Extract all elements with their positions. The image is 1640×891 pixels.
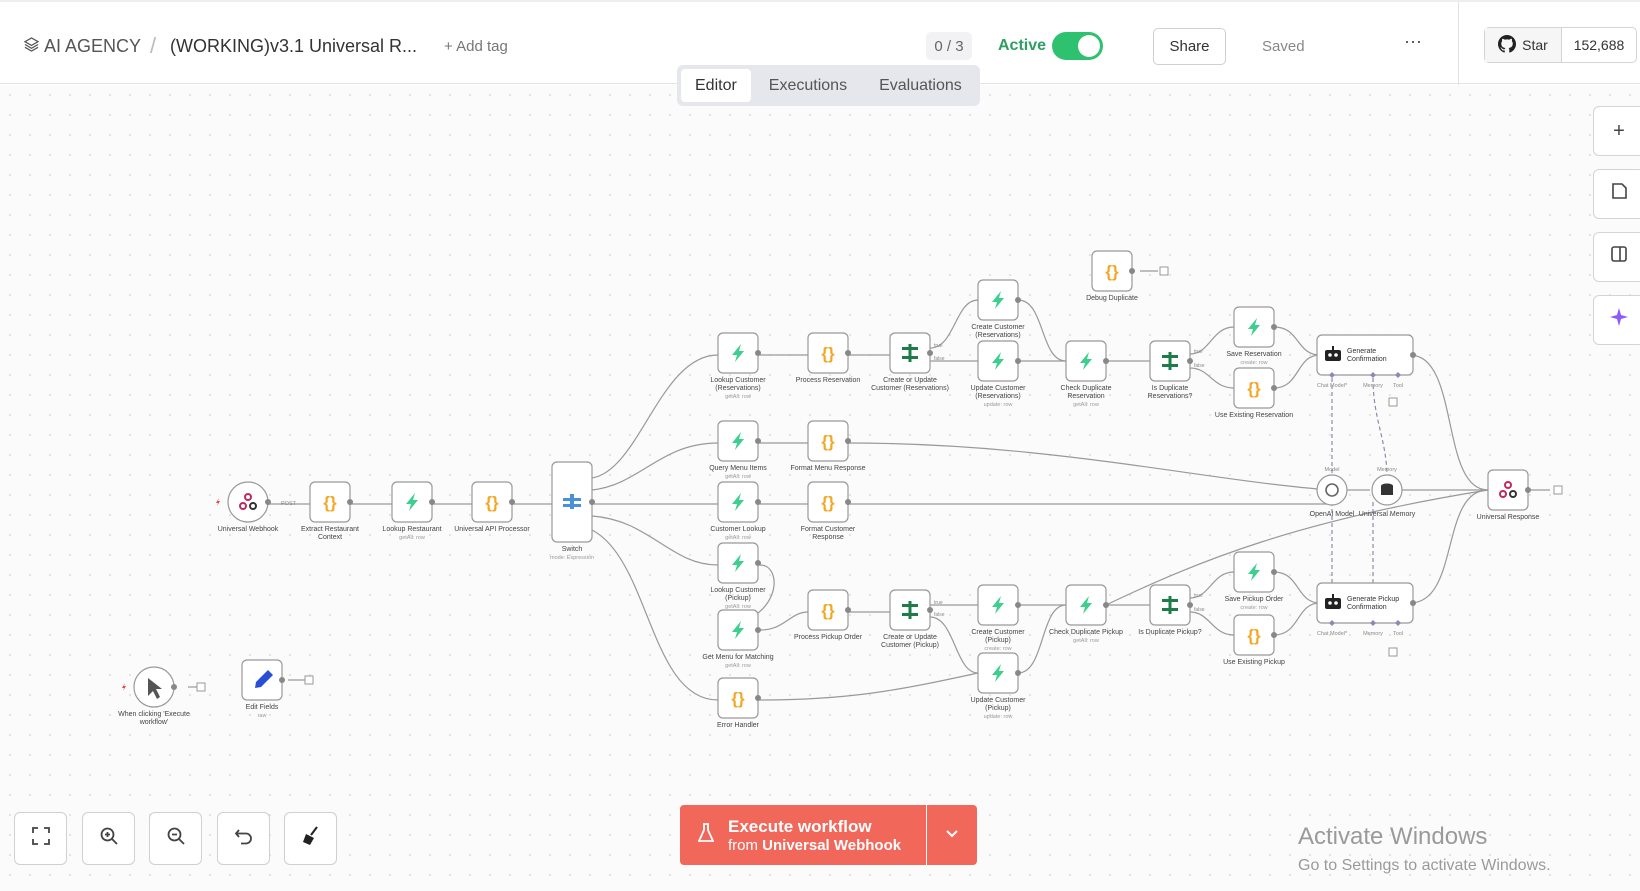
active-toggle[interactable] bbox=[1052, 32, 1103, 60]
saved-status: Saved bbox=[1262, 38, 1305, 55]
panel-icon bbox=[1610, 245, 1628, 269]
view-tabs: Editor Executions Evaluations bbox=[677, 65, 980, 106]
execute-options-button[interactable] bbox=[927, 805, 977, 865]
breadcrumb-separator: / bbox=[150, 33, 157, 58]
sticky-note-button[interactable] bbox=[1593, 169, 1640, 219]
undo-button[interactable] bbox=[217, 812, 270, 865]
github-icon bbox=[1498, 34, 1517, 56]
watermark-subtitle: Go to Settings to activate Windows. bbox=[1298, 857, 1551, 874]
flask-icon bbox=[697, 822, 715, 849]
tab-evaluations[interactable]: Evaluations bbox=[865, 69, 976, 102]
zoom-out-icon bbox=[166, 826, 186, 851]
fit-view-button[interactable] bbox=[14, 812, 67, 865]
execute-source: from Universal Webhook bbox=[728, 836, 902, 854]
share-button[interactable]: Share bbox=[1153, 28, 1226, 65]
github-star-button[interactable]: Star bbox=[1485, 28, 1562, 62]
tidy-up-button[interactable] bbox=[284, 812, 337, 865]
breadcrumb-project[interactable]: AI AGENCY bbox=[23, 36, 142, 57]
layers-icon bbox=[23, 36, 40, 57]
github-star-label: Star bbox=[1522, 37, 1548, 53]
zoom-out-button[interactable] bbox=[149, 812, 202, 865]
more-options-button[interactable]: ⋯ bbox=[1404, 32, 1423, 53]
github-star-count: 152,688 bbox=[1573, 37, 1625, 53]
execute-label: Execute workflow bbox=[728, 816, 872, 836]
workflow-canvas[interactable] bbox=[0, 85, 1640, 891]
evaluation-counter[interactable]: 0 / 3 bbox=[926, 32, 972, 60]
active-label: Active bbox=[998, 37, 1047, 54]
broom-icon bbox=[300, 825, 322, 852]
add-node-button[interactable]: + bbox=[1593, 106, 1640, 156]
header-divider bbox=[1458, 2, 1459, 86]
windows-activation-watermark: Activate Windows Go to Settings to activ… bbox=[1298, 823, 1551, 875]
ai-assistant-button[interactable] bbox=[1593, 295, 1640, 345]
watermark-title: Activate Windows bbox=[1298, 823, 1488, 850]
fit-view-icon bbox=[31, 826, 51, 851]
plus-icon: + bbox=[1613, 119, 1625, 142]
zoom-in-button[interactable] bbox=[82, 812, 135, 865]
github-star-widget[interactable]: Star 152,688 bbox=[1484, 27, 1637, 63]
toggle-knob bbox=[1078, 35, 1100, 57]
note-icon bbox=[1610, 182, 1628, 206]
toggle-panel-button[interactable] bbox=[1593, 232, 1640, 282]
add-tag-button[interactable]: + Add tag bbox=[444, 38, 508, 55]
chevron-down-icon bbox=[945, 826, 959, 844]
zoom-in-icon bbox=[99, 826, 119, 851]
tab-editor[interactable]: Editor bbox=[681, 69, 751, 102]
project-name: AI AGENCY bbox=[44, 36, 142, 56]
execute-workflow-button[interactable]: Execute workflow from Universal Webhook bbox=[680, 805, 926, 865]
undo-icon bbox=[234, 826, 254, 851]
sparkle-icon bbox=[1608, 306, 1630, 334]
tab-executions[interactable]: Executions bbox=[755, 69, 861, 102]
workflow-name[interactable]: (WORKING)v3.1 Universal R... bbox=[170, 36, 417, 57]
